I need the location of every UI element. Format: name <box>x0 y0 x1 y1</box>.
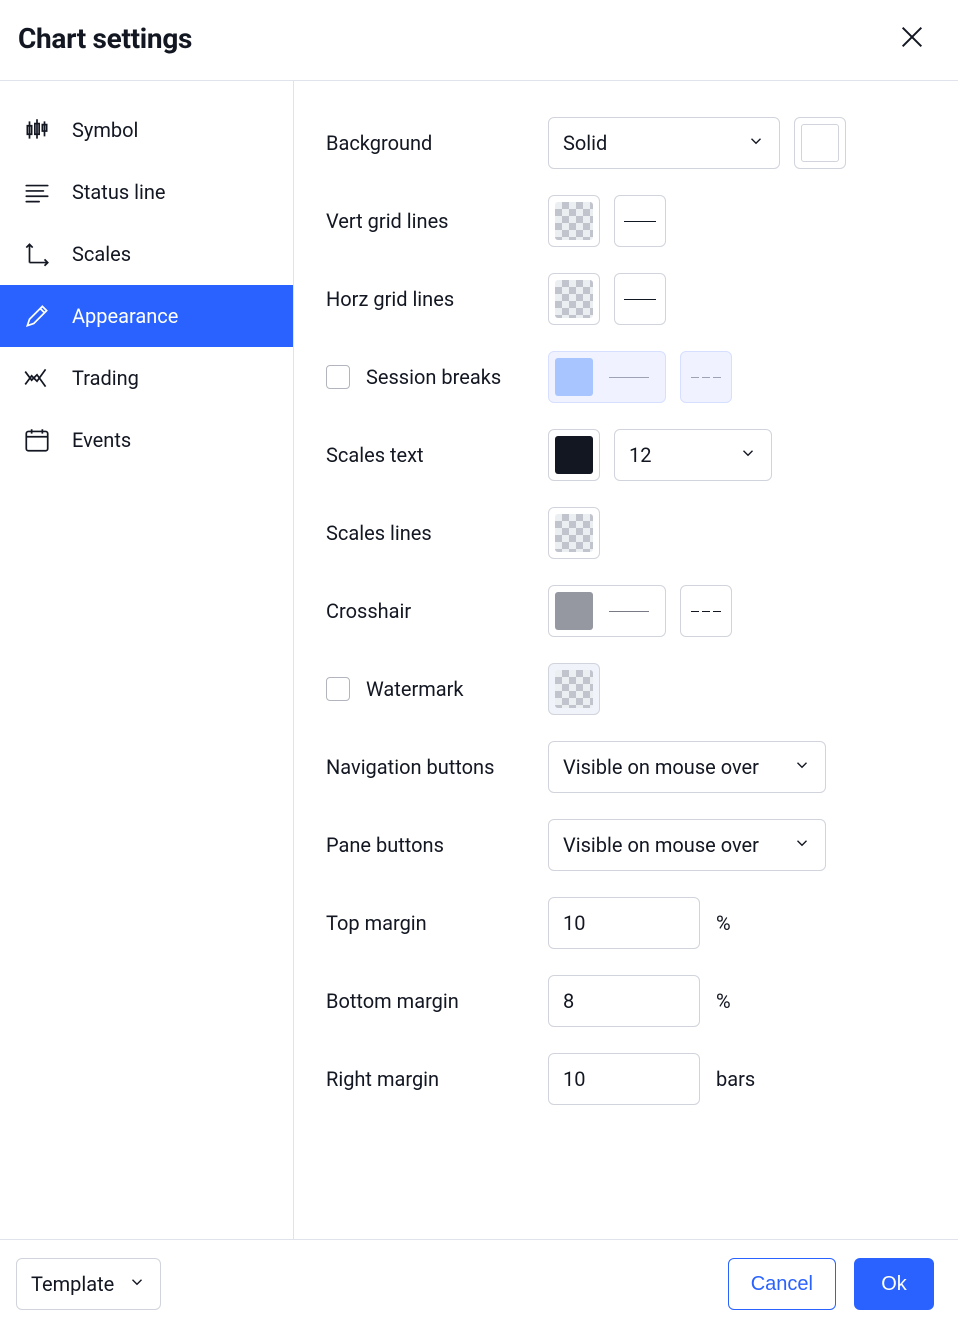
background-type-select[interactable]: Solid <box>548 117 780 169</box>
session-breaks-color-line[interactable] <box>548 351 666 403</box>
crosshair-color-line[interactable] <box>548 585 666 637</box>
pane-buttons-label: Pane buttons <box>326 833 548 857</box>
horz-grid-color-swatch[interactable] <box>548 273 600 325</box>
nav-buttons-select[interactable]: Visible on mouse over <box>548 741 826 793</box>
sidebar-item-label: Trading <box>72 366 139 390</box>
scales-lines-color-swatch[interactable] <box>548 507 600 559</box>
status-line-icon <box>22 177 52 207</box>
sidebar-item-status-line[interactable]: Status line <box>0 161 293 223</box>
sidebar-item-label: Appearance <box>72 304 178 328</box>
template-label: Template <box>31 1272 114 1296</box>
sidebar-item-appearance[interactable]: Appearance <box>0 285 293 347</box>
bottom-margin-input[interactable] <box>548 975 700 1027</box>
pencil-icon <box>22 301 52 331</box>
right-margin-label: Right margin <box>326 1067 548 1091</box>
close-button[interactable] <box>894 20 930 56</box>
crosshair-label: Crosshair <box>326 599 548 623</box>
vert-grid-color-swatch[interactable] <box>548 195 600 247</box>
session-breaks-label: Session breaks <box>366 365 501 389</box>
select-value: Solid <box>563 131 607 155</box>
nav-buttons-label: Navigation buttons <box>326 755 548 779</box>
sidebar-item-label: Scales <box>72 242 131 266</box>
scales-text-label: Scales text <box>326 443 548 467</box>
close-icon <box>898 23 926 54</box>
background-label: Background <box>326 131 548 155</box>
chevron-down-icon <box>747 131 765 155</box>
horz-grid-line-style[interactable] <box>614 273 666 325</box>
cancel-button[interactable]: Cancel <box>728 1258 836 1310</box>
right-margin-input[interactable] <box>548 1053 700 1105</box>
horz-grid-label: Horz grid lines <box>326 287 548 311</box>
session-breaks-checkbox[interactable] <box>326 365 350 389</box>
template-select[interactable]: Template <box>16 1258 161 1310</box>
sidebar-item-trading[interactable]: Trading <box>0 347 293 409</box>
scales-icon <box>22 239 52 269</box>
sidebar-item-label: Status line <box>72 180 166 204</box>
vert-grid-label: Vert grid lines <box>326 209 548 233</box>
top-margin-label: Top margin <box>326 911 548 935</box>
watermark-color-swatch[interactable] <box>548 663 600 715</box>
scales-lines-label: Scales lines <box>326 521 548 545</box>
chevron-down-icon <box>739 443 757 467</box>
sidebar-item-label: Symbol <box>72 118 138 142</box>
chevron-down-icon <box>793 755 811 779</box>
chevron-down-icon <box>793 833 811 857</box>
sidebar-item-symbol[interactable]: Symbol <box>0 99 293 161</box>
select-value: 12 <box>629 443 651 467</box>
top-margin-input[interactable] <box>548 897 700 949</box>
background-color-swatch[interactable] <box>794 117 846 169</box>
pane-buttons-select[interactable]: Visible on mouse over <box>548 819 826 871</box>
bottom-margin-unit: % <box>716 989 731 1013</box>
sidebar: Symbol Status line Scales Appearance <box>0 81 294 1239</box>
trading-icon <box>22 363 52 393</box>
ok-button[interactable]: Ok <box>854 1258 934 1310</box>
watermark-checkbox[interactable] <box>326 677 350 701</box>
scales-text-color-swatch[interactable] <box>548 429 600 481</box>
sidebar-item-scales[interactable]: Scales <box>0 223 293 285</box>
settings-content: Background Solid Vert grid lines <box>294 81 958 1239</box>
select-value: Visible on mouse over <box>563 755 759 779</box>
scales-text-size-select[interactable]: 12 <box>614 429 772 481</box>
sidebar-item-label: Events <box>72 428 131 452</box>
watermark-label: Watermark <box>366 677 464 701</box>
right-margin-unit: bars <box>716 1067 755 1091</box>
dialog-title: Chart settings <box>18 22 192 55</box>
chart-settings-dialog: Chart settings Symbol Status line <box>0 0 958 1328</box>
sidebar-item-events[interactable]: Events <box>0 409 293 471</box>
top-margin-unit: % <box>716 911 731 935</box>
crosshair-dash-style[interactable] <box>680 585 732 637</box>
session-breaks-dash-style[interactable] <box>680 351 732 403</box>
calendar-icon <box>22 425 52 455</box>
candles-icon <box>22 115 52 145</box>
vert-grid-line-style[interactable] <box>614 195 666 247</box>
bottom-margin-label: Bottom margin <box>326 989 548 1013</box>
select-value: Visible on mouse over <box>563 833 759 857</box>
chevron-down-icon <box>128 1272 146 1296</box>
